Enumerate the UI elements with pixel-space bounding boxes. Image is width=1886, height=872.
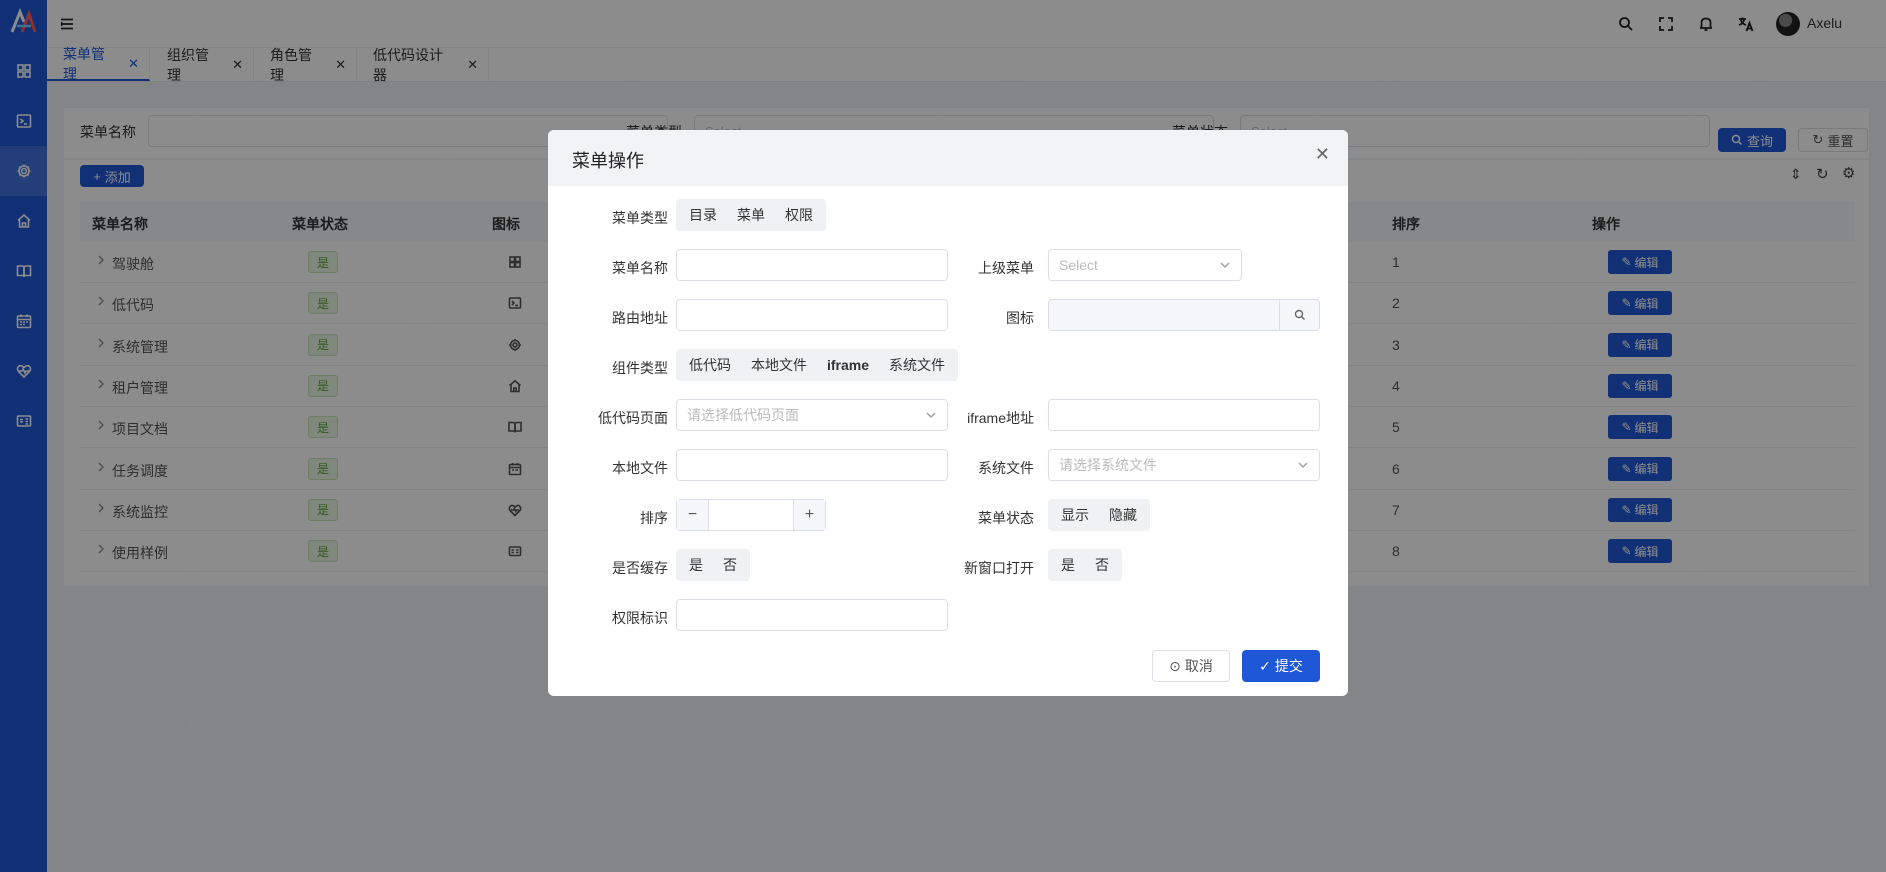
- menu-name-label: 菜单名称: [612, 260, 668, 276]
- local-file-label: 本地文件: [612, 460, 668, 476]
- dialog-header: 菜单操作 ✕: [548, 130, 1348, 186]
- component-type-option-lowcode[interactable]: 低代码: [679, 355, 741, 375]
- system-file-select[interactable]: 请选择系统文件: [1048, 449, 1320, 481]
- menu-status-option-hide[interactable]: 隐藏: [1099, 505, 1147, 525]
- menu-edit-dialog: 菜单操作 ✕ 菜单类型 目录 菜单 权限 菜单名称 上级菜单 Select 路由…: [548, 130, 1348, 696]
- permission-label: 权限标识: [612, 610, 668, 626]
- icon-label: 图标: [1006, 310, 1034, 326]
- new-window-option-no[interactable]: 否: [1085, 555, 1119, 575]
- dialog-title: 菜单操作: [572, 151, 644, 171]
- cancel-button[interactable]: ⊙ 取消: [1152, 650, 1230, 682]
- menu-status-option-show[interactable]: 显示: [1051, 505, 1099, 525]
- component-type-option-system[interactable]: 系统文件: [879, 355, 955, 375]
- menu-status-label: 菜单状态: [978, 510, 1034, 526]
- search-icon: [1294, 309, 1305, 320]
- iframe-url-input[interactable]: [1048, 399, 1320, 431]
- cache-label: 是否缓存: [612, 560, 668, 576]
- iframe-url-label: iframe地址: [967, 410, 1034, 426]
- route-input[interactable]: [676, 299, 948, 331]
- lowcode-page-select[interactable]: 请选择低代码页面: [676, 399, 948, 431]
- menu-type-option-permission[interactable]: 权限: [775, 205, 823, 225]
- route-label: 路由地址: [612, 310, 668, 326]
- close-icon[interactable]: ✕: [1315, 144, 1330, 165]
- cancel-circle-icon: ⊙: [1169, 657, 1181, 674]
- permission-input[interactable]: [676, 599, 948, 631]
- order-input[interactable]: [709, 500, 793, 530]
- chevron-down-icon: [1220, 262, 1230, 268]
- submit-button[interactable]: ✓ 提交: [1242, 650, 1320, 682]
- increment-button[interactable]: +: [793, 500, 825, 530]
- menu-status-segmented: 显示 隐藏: [1048, 499, 1150, 531]
- order-label: 排序: [640, 510, 668, 526]
- menu-type-label: 菜单类型: [612, 210, 668, 226]
- decrement-button[interactable]: −: [677, 500, 709, 530]
- new-window-option-yes[interactable]: 是: [1051, 555, 1085, 575]
- component-type-label: 组件类型: [612, 360, 668, 376]
- icon-picker-button[interactable]: [1279, 300, 1319, 330]
- chevron-down-icon: [1298, 462, 1308, 468]
- parent-menu-select[interactable]: Select: [1048, 249, 1242, 281]
- lowcode-page-label: 低代码页面: [598, 410, 668, 426]
- system-file-label: 系统文件: [978, 460, 1034, 476]
- order-stepper: − +: [676, 499, 826, 531]
- cache-segmented: 是 否: [676, 549, 750, 581]
- cache-option-no[interactable]: 否: [713, 555, 747, 575]
- menu-type-option-menu[interactable]: 菜单: [727, 205, 775, 225]
- parent-menu-label: 上级菜单: [978, 260, 1034, 276]
- component-type-segmented: 低代码 本地文件 iframe 系统文件: [676, 349, 959, 381]
- new-window-label: 新窗口打开: [964, 560, 1034, 576]
- component-type-option-local[interactable]: 本地文件: [741, 355, 817, 375]
- chevron-down-icon: [926, 412, 936, 418]
- new-window-segmented: 是 否: [1048, 549, 1122, 581]
- icon-input[interactable]: [1048, 299, 1320, 331]
- component-type-option-iframe[interactable]: iframe: [817, 357, 879, 373]
- menu-name-input[interactable]: [676, 249, 948, 281]
- cache-option-yes[interactable]: 是: [679, 555, 713, 575]
- check-circle-icon: ✓: [1259, 657, 1271, 674]
- menu-type-option-dir[interactable]: 目录: [679, 205, 727, 225]
- menu-type-segmented: 目录 菜单 权限: [676, 199, 826, 231]
- local-file-input[interactable]: [676, 449, 948, 481]
